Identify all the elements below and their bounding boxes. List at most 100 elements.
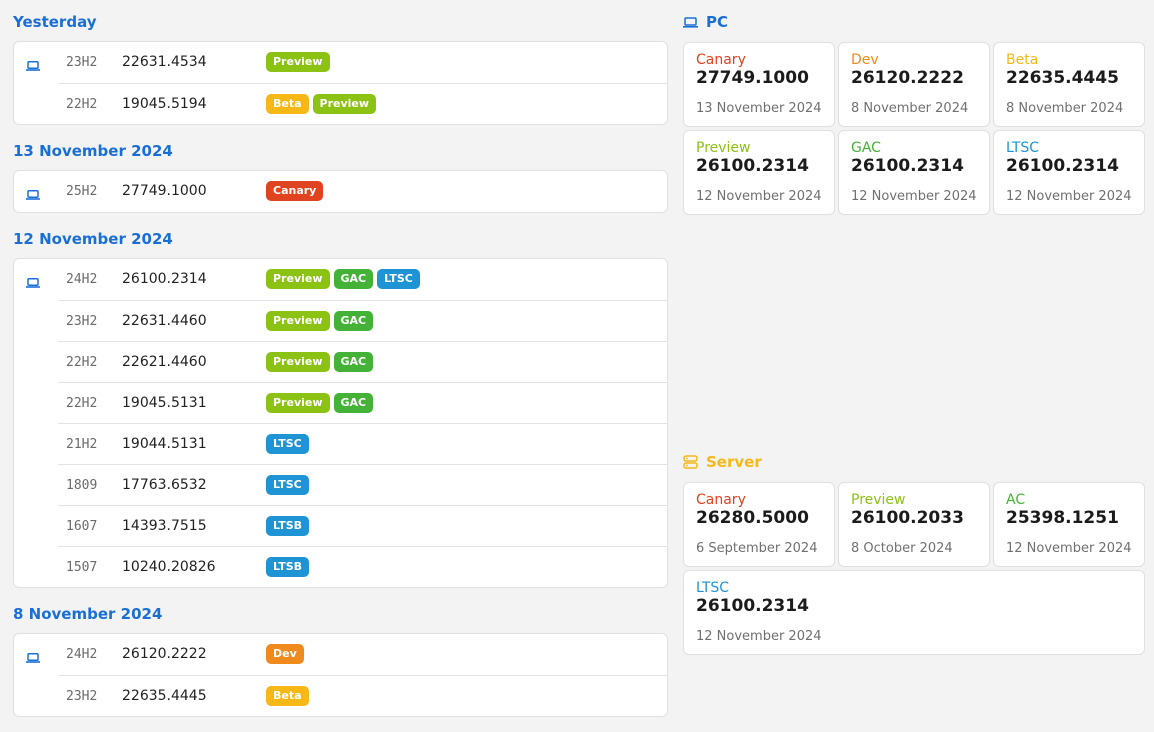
channel-badge: LTSC — [266, 434, 309, 454]
version-label: 24H2 — [66, 272, 98, 287]
release-row[interactable]: 23H2 22631.4534 Preview — [26, 42, 667, 83]
build-number: 22635.4445 — [122, 688, 207, 704]
channel-badge: Preview — [266, 52, 330, 72]
release-row[interactable]: 24H2 26100.2314 Preview GAC LTSC — [26, 259, 667, 300]
build-number: 22631.4534 — [122, 54, 207, 70]
channel-badge: GAC — [333, 393, 374, 413]
server-channel-tile[interactable]: AC 25398.1251 12 November 2024 — [993, 482, 1145, 567]
latest-build: 26100.2314 — [1006, 156, 1119, 176]
build-number: 22631.4460 — [122, 313, 207, 329]
channel-badge: LTSB — [266, 557, 309, 577]
latest-build: 26100.2314 — [851, 156, 964, 176]
version-label: 23H2 — [66, 55, 98, 70]
release-date: 8 November 2024 — [851, 101, 969, 116]
version-label: 22H2 — [66, 97, 98, 112]
release-row[interactable]: 23H2 22635.4445 Beta — [58, 675, 667, 716]
channel-badge: LTSB — [266, 516, 309, 536]
version-label: 1507 — [66, 560, 98, 575]
channel-badge: GAC — [333, 311, 374, 331]
release-row[interactable]: 25H2 27749.1000 Canary — [26, 171, 667, 212]
release-row[interactable]: 21H2 19044.5131 LTSC — [58, 423, 667, 464]
release-card: 25H2 27749.1000 Canary — [13, 170, 668, 213]
build-number: 27749.1000 — [122, 183, 207, 199]
version-label: 23H2 — [66, 314, 98, 329]
latest-build: 26120.2222 — [851, 68, 964, 88]
pc-channel-tile[interactable]: GAC 26100.2314 12 November 2024 — [838, 130, 990, 215]
release-row[interactable]: 24H2 26120.2222 Dev — [26, 634, 667, 675]
channel-badges: Preview GAC — [266, 393, 374, 413]
group-date-heading: 13 November 2024 — [13, 142, 173, 160]
channel-badge: LTSC — [266, 475, 309, 495]
channel-badge: GAC — [333, 269, 374, 289]
pc-section-title: PC — [706, 13, 729, 31]
channel-badge: Beta — [266, 94, 309, 114]
laptop-icon — [26, 56, 40, 71]
channel-badge: LTSC — [377, 269, 420, 289]
latest-build: 25398.1251 — [1006, 508, 1119, 528]
channel-badges: Dev — [266, 644, 304, 664]
channel-badge: Canary — [266, 181, 324, 201]
server-channel-tile[interactable]: LTSC 26100.2314 12 November 2024 — [683, 570, 1145, 655]
release-row[interactable]: 22H2 22621.4460 Preview GAC — [58, 341, 667, 382]
pc-channel-tile[interactable]: Canary 27749.1000 13 November 2024 — [683, 42, 835, 127]
laptop-icon — [26, 273, 40, 288]
pc-channel-tile[interactable]: Dev 26120.2222 8 November 2024 — [838, 42, 990, 127]
channel-name: Canary — [696, 492, 746, 508]
channel-badge: Preview — [266, 352, 330, 372]
group-date-heading: 8 November 2024 — [13, 605, 163, 623]
release-row[interactable]: 22H2 19045.5131 Preview GAC — [58, 382, 667, 423]
channel-badge: Preview — [266, 311, 330, 331]
channel-badge: Beta — [266, 686, 309, 706]
version-label: 22H2 — [66, 396, 98, 411]
channel-badges: Preview GAC — [266, 311, 374, 331]
channel-badges: Preview GAC — [266, 352, 374, 372]
build-number: 17763.6532 — [122, 477, 207, 493]
channel-name: Dev — [851, 52, 879, 68]
release-date: 8 October 2024 — [851, 541, 953, 556]
channel-badges: LTSC — [266, 434, 309, 454]
channel-badge: Preview — [312, 94, 377, 114]
build-number: 26120.2222 — [122, 646, 207, 662]
release-row[interactable]: 1809 17763.6532 LTSC — [58, 464, 667, 505]
release-row[interactable]: 22H2 19045.5194 Beta Preview — [58, 83, 667, 124]
latest-build: 26280.5000 — [696, 508, 809, 528]
build-number: 19044.5131 — [122, 436, 207, 452]
channel-badges: Beta — [266, 686, 309, 706]
channel-badges: LTSB — [266, 516, 309, 536]
channel-name: LTSC — [696, 580, 730, 596]
pc-channel-tile[interactable]: LTSC 26100.2314 12 November 2024 — [993, 130, 1145, 215]
latest-build: 26100.2033 — [851, 508, 964, 528]
pc-channel-tile[interactable]: Preview 26100.2314 12 November 2024 — [683, 130, 835, 215]
channel-name: LTSC — [1006, 140, 1040, 156]
version-label: 24H2 — [66, 647, 98, 662]
server-channel-tile[interactable]: Canary 26280.5000 6 September 2024 — [683, 482, 835, 567]
version-label: 22H2 — [66, 355, 98, 370]
release-card: 23H2 22631.4534 Preview 22H2 19045.5194 Beta P… — [13, 41, 668, 125]
release-row[interactable]: 1607 14393.7515 LTSB — [58, 505, 667, 546]
version-label: 1607 — [66, 519, 98, 534]
server-section-header: Server — [683, 451, 762, 473]
channel-name: AC — [1006, 492, 1026, 508]
release-date: 12 November 2024 — [851, 189, 977, 204]
release-row[interactable]: 23H2 22631.4460 Preview GAC — [58, 300, 667, 341]
latest-build: 26100.2314 — [696, 596, 809, 616]
latest-build: 22635.4445 — [1006, 68, 1119, 88]
release-row[interactable]: 1507 10240.20826 LTSB — [58, 546, 667, 587]
server-channel-tile[interactable]: Preview 26100.2033 8 October 2024 — [838, 482, 990, 567]
release-date: 13 November 2024 — [696, 101, 822, 116]
channel-badge: Preview — [266, 269, 330, 289]
version-label: 25H2 — [66, 184, 98, 199]
build-number: 19045.5131 — [122, 395, 207, 411]
channel-badge: GAC — [333, 352, 374, 372]
release-date: 6 September 2024 — [696, 541, 818, 556]
channel-name: Preview — [696, 140, 751, 156]
version-label: 23H2 — [66, 689, 98, 704]
channel-badges: Beta Preview — [266, 94, 377, 114]
build-number: 14393.7515 — [122, 518, 207, 534]
pc-channel-tile[interactable]: Beta 22635.4445 8 November 2024 — [993, 42, 1145, 127]
channel-badges: LTSC — [266, 475, 309, 495]
latest-build: 26100.2314 — [696, 156, 809, 176]
release-timeline: Yesterday 23H2 22631.4534 Preview 22H2 19045.… — [13, 0, 668, 732]
laptop-icon — [683, 16, 698, 28]
server-icon — [683, 455, 698, 469]
